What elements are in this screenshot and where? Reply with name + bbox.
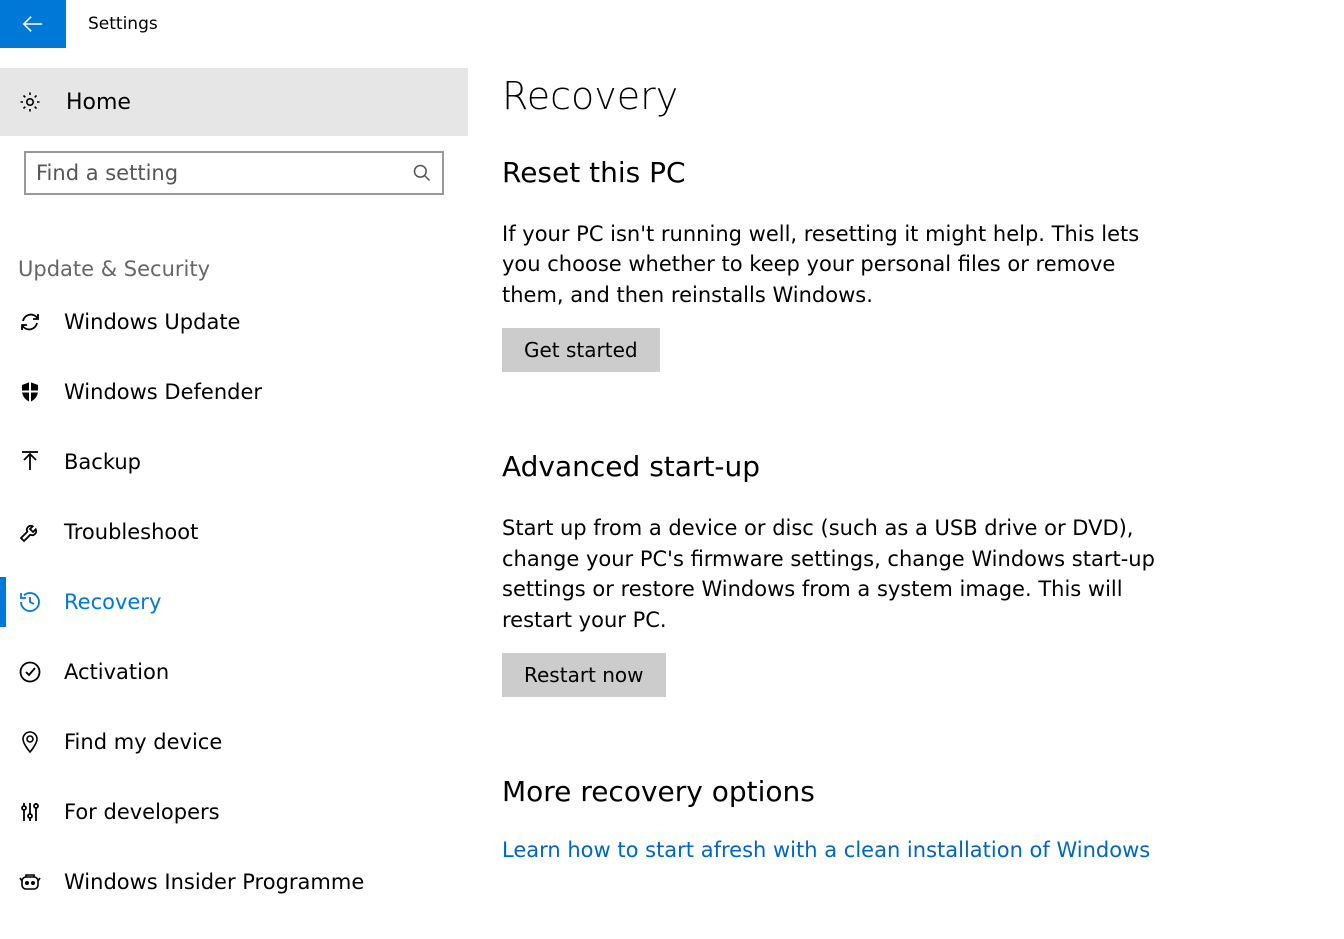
sidebar-item-windows-defender[interactable]: Windows Defender — [0, 357, 468, 427]
page-title: Recovery — [502, 74, 1168, 118]
search-input[interactable] — [24, 151, 444, 195]
sidebar-item-label: Recovery — [64, 590, 161, 614]
back-button[interactable] — [0, 0, 66, 48]
shield-icon — [18, 380, 42, 404]
sidebar-item-label: Windows Insider Programme — [64, 870, 364, 894]
section-heading: Reset this PC — [502, 156, 1168, 189]
section-more-recovery-options: More recovery options Learn how to start… — [502, 775, 1168, 862]
history-icon — [18, 590, 42, 614]
sidebar-item-label: Find my device — [64, 730, 222, 754]
section-description: Start up from a device or disc (such as … — [502, 513, 1168, 635]
sidebar-item-label: For developers — [64, 800, 220, 824]
sidebar-item-troubleshoot[interactable]: Troubleshoot — [0, 497, 468, 567]
sidebar-item-insider-programme[interactable]: Windows Insider Programme — [0, 847, 468, 917]
header: Settings — [0, 0, 1344, 48]
learn-fresh-install-link[interactable]: Learn how to start afresh with a clean i… — [502, 838, 1168, 862]
sidebar-item-for-developers[interactable]: For developers — [0, 777, 468, 847]
sidebar-item-label: Windows Update — [64, 310, 240, 334]
sidebar-item-backup[interactable]: Backup — [0, 427, 468, 497]
sidebar-item-label: Windows Defender — [64, 380, 262, 404]
section-heading: More recovery options — [502, 775, 1168, 808]
sidebar-section-title: Update & Security — [0, 195, 468, 287]
window-title: Settings — [88, 14, 158, 34]
sidebar-home-label: Home — [66, 90, 131, 115]
section-reset-this-pc: Reset this PC If your PC isn't running w… — [502, 156, 1168, 372]
wrench-icon — [18, 520, 42, 544]
sidebar: Home Update & Security Windows U — [0, 48, 468, 917]
section-description: If your PC isn't running well, resetting… — [502, 219, 1168, 310]
section-advanced-startup: Advanced start-up Start up from a device… — [502, 450, 1168, 697]
location-icon — [18, 730, 42, 754]
sidebar-item-recovery[interactable]: Recovery — [0, 567, 468, 637]
gear-icon — [18, 90, 42, 114]
main-content: Recovery Reset this PC If your PC isn't … — [468, 48, 1228, 917]
backup-icon — [18, 450, 42, 474]
get-started-button[interactable]: Get started — [502, 328, 660, 372]
sidebar-home[interactable]: Home — [0, 68, 468, 136]
sidebar-item-label: Troubleshoot — [64, 520, 198, 544]
sliders-icon — [18, 800, 42, 824]
insider-icon — [18, 870, 42, 894]
sidebar-item-windows-update[interactable]: Windows Update — [0, 287, 468, 357]
restart-now-button[interactable]: Restart now — [502, 653, 666, 697]
sidebar-item-find-my-device[interactable]: Find my device — [0, 707, 468, 777]
sidebar-item-label: Activation — [64, 660, 169, 684]
section-heading: Advanced start-up — [502, 450, 1168, 483]
sidebar-item-label: Backup — [64, 450, 141, 474]
check-circle-icon — [18, 660, 42, 684]
sidebar-item-activation[interactable]: Activation — [0, 637, 468, 707]
back-arrow-icon — [22, 13, 44, 35]
sync-icon — [18, 310, 42, 334]
